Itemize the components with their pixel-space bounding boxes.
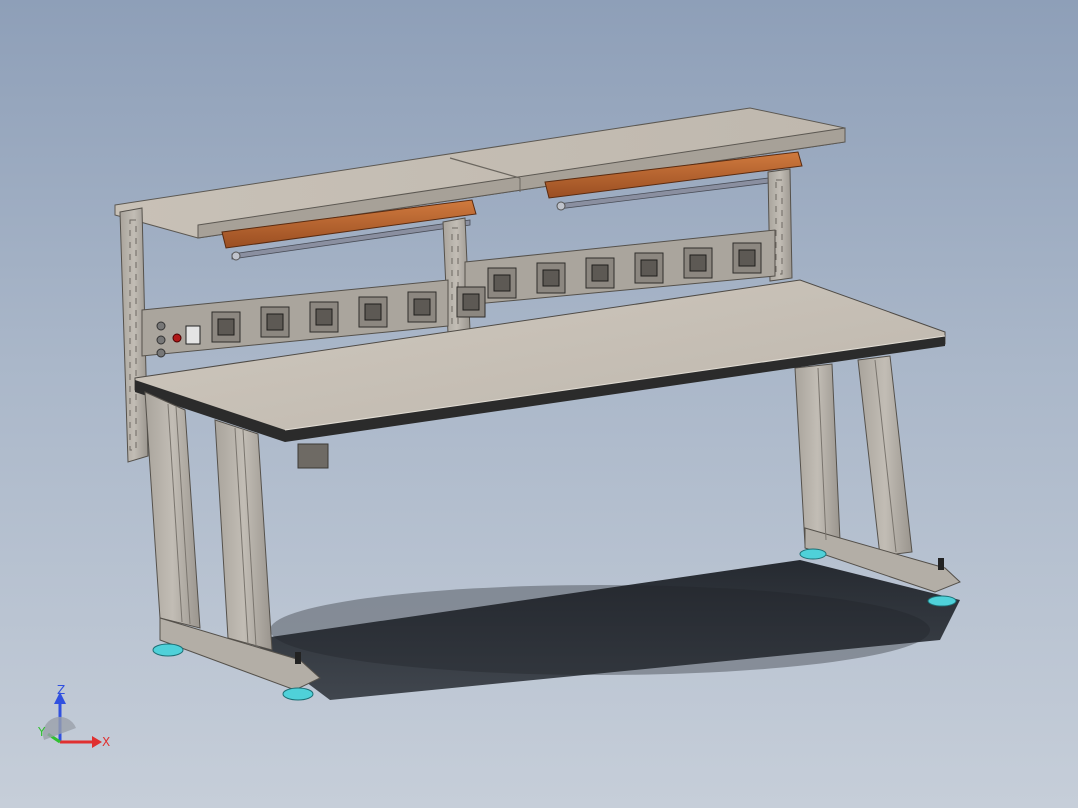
worktop-bracket	[297, 443, 329, 469]
outlet-socket-icon	[640, 259, 658, 277]
outlet-socket-icon	[542, 269, 560, 287]
foot-icon	[152, 643, 184, 657]
foot-icon	[282, 687, 314, 701]
outlet-socket-icon	[738, 249, 756, 267]
outlet-socket-icon	[413, 298, 431, 316]
outlet-socket-icon	[689, 254, 707, 272]
y-axis-label: Y	[37, 725, 46, 739]
orientation-triad: Z X Y	[37, 683, 110, 749]
x-axis-label: X	[102, 735, 110, 749]
outlet-socket-icon	[493, 274, 511, 292]
power-indicator-icon	[172, 333, 182, 343]
cad-viewport[interactable]: Z X Y	[0, 0, 1078, 808]
outlet-socket-icon	[266, 313, 284, 331]
workbench-model[interactable]	[0, 0, 1078, 808]
outlet-socket-icon	[315, 308, 333, 326]
foot-icon	[927, 595, 957, 607]
panel-knob-icon	[156, 335, 166, 345]
panel-knob-icon	[156, 321, 166, 331]
floor-shadow-soft	[270, 585, 930, 675]
panel-switch-icon	[185, 325, 201, 345]
foot-icon	[799, 548, 827, 560]
panel-knob-icon	[156, 348, 166, 358]
outlet-socket-icon	[462, 293, 480, 311]
outlet-socket-icon	[217, 318, 235, 336]
outlet-socket-icon	[591, 264, 609, 282]
z-axis-label: Z	[57, 683, 65, 697]
outlet-socket-icon	[364, 303, 382, 321]
